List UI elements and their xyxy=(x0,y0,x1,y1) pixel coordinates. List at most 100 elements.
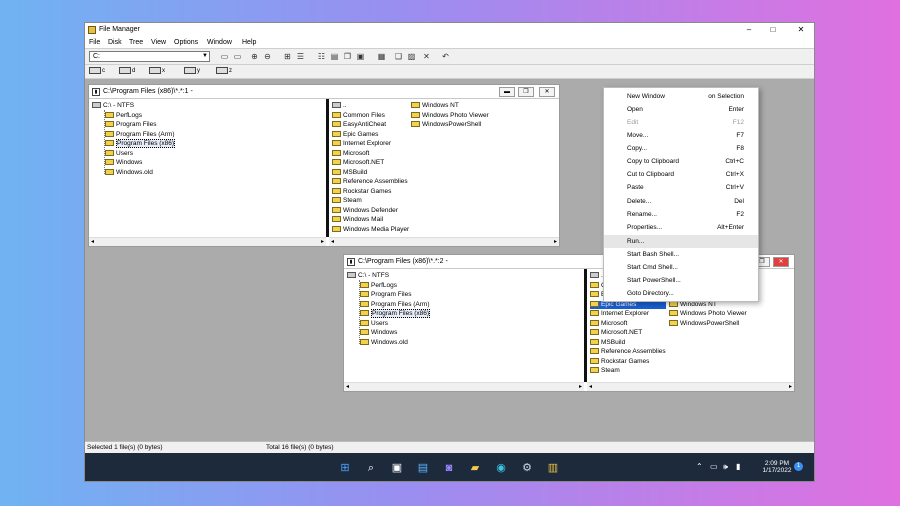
delete-icon[interactable]: ✕ xyxy=(421,52,432,62)
task-view-icon[interactable]: ▣ xyxy=(390,461,404,475)
drive-connect-icon[interactable]: ▭ xyxy=(219,52,230,62)
minimize-button[interactable]: – xyxy=(741,24,757,36)
tree-item-program-files[interactable]: Program Files xyxy=(360,291,411,299)
list-item[interactable]: Epic Games xyxy=(332,131,378,139)
list-item[interactable]: Windows NT xyxy=(669,301,717,309)
clipboard-icon[interactable]: ❑ xyxy=(393,52,404,62)
tree-item-users[interactable]: Users xyxy=(105,150,133,158)
speaker-icon[interactable]: 🕪 xyxy=(723,462,728,472)
details-view-icon[interactable]: ▤ xyxy=(329,52,340,62)
edge-icon[interactable]: ◉ xyxy=(494,461,508,475)
list-item[interactable]: EasyAntiCheat xyxy=(332,121,386,129)
tree-item-windows-old[interactable]: Windows.old xyxy=(360,339,408,347)
tree-root[interactable]: C:\ - NTFS xyxy=(92,102,134,110)
menu-item-new-window[interactable]: New Window on Selection xyxy=(604,90,758,103)
start-icon[interactable]: ⊞ xyxy=(338,461,352,475)
drive-z-button[interactable]: z xyxy=(216,67,242,77)
menu-item-start-bash-shell[interactable]: Start Bash Shell... xyxy=(604,248,758,261)
list-item[interactable]: Reference Assemblies xyxy=(332,178,408,186)
list-item[interactable]: Microsoft.NET xyxy=(590,329,642,337)
maximize-button[interactable]: □ xyxy=(765,24,781,36)
list-item[interactable]: Steam xyxy=(590,367,620,375)
title-bar[interactable]: File Manager – □ ✕ xyxy=(85,23,814,37)
drive-y-button[interactable]: y xyxy=(184,67,210,77)
directory-window-1-title-bar[interactable]: ▮ C:\Program Files (x86)\*.*:1 - ▬ ❐ ✕ xyxy=(89,85,559,99)
menu-tree[interactable]: Tree xyxy=(129,39,143,46)
list-view-icon[interactable]: ☷ xyxy=(316,52,327,62)
battery-icon[interactable]: ▮ xyxy=(736,462,740,471)
tree-item-program-files-arm[interactable]: Program Files (Arm) xyxy=(360,301,430,309)
widgets-icon[interactable]: ▤ xyxy=(416,461,430,475)
notification-badge-icon[interactable]: 1 xyxy=(794,462,803,471)
menu-help[interactable]: Help xyxy=(242,39,256,46)
drive-c-button[interactable]: c xyxy=(89,67,115,77)
menu-item-goto-directory[interactable]: Goto Directory... xyxy=(604,287,758,300)
list-item[interactable]: Internet Explorer xyxy=(590,310,649,318)
tree-item-program-files-arm[interactable]: Program Files (Arm) xyxy=(105,131,175,139)
drive-x-button[interactable]: x xyxy=(149,67,175,77)
menu-options[interactable]: Options xyxy=(174,39,198,46)
network-disconnect-icon[interactable]: ⊖ xyxy=(262,52,273,62)
menu-window[interactable]: Window xyxy=(207,39,232,46)
menu-item-rename[interactable]: Rename... F2 xyxy=(604,208,758,221)
file-manager-icon[interactable]: ▥ xyxy=(546,461,560,475)
list-item[interactable]: .. xyxy=(332,102,347,110)
search-icon[interactable]: ⌕ xyxy=(364,461,378,475)
menu-view[interactable]: View xyxy=(151,39,166,46)
list-item[interactable]: Rockstar Games xyxy=(332,188,391,196)
file-pane-1-scrollbar[interactable]: ◂ ▸ xyxy=(329,237,559,246)
tree-item-windows[interactable]: Windows xyxy=(105,159,142,167)
tree-item-users[interactable]: Users xyxy=(360,320,388,328)
list-item[interactable]: Windows Media Player xyxy=(332,226,409,234)
tree-root[interactable]: C:\ - NTFS xyxy=(347,272,389,280)
menu-item-copy-to-clipboard[interactable]: Copy to Clipboard Ctrl+C xyxy=(604,155,758,168)
menu-item-start-powershell[interactable]: Start PowerShell... xyxy=(604,274,758,287)
list-item[interactable]: Common Files xyxy=(332,112,385,120)
menu-item-delete[interactable]: Delete... Del xyxy=(604,195,758,208)
tree-item-program-files[interactable]: Program Files xyxy=(105,121,156,129)
tree-item-perflogs[interactable]: PerfLogs xyxy=(105,112,142,120)
menu-item-paste[interactable]: Paste Ctrl+V xyxy=(604,181,758,194)
list-item[interactable]: Windows Mail xyxy=(332,216,383,224)
tree-pane-2-scrollbar[interactable]: ◂ ▸ xyxy=(344,382,584,391)
tree-pane-2[interactable]: C:\ - NTFS PerfLogs Program Files Progra… xyxy=(344,269,584,391)
list-item[interactable]: Windows Photo Viewer xyxy=(669,310,747,318)
paste-icon[interactable]: ▨ xyxy=(406,52,417,62)
list-item[interactable]: MSBuild xyxy=(590,339,625,347)
child-minimize-button[interactable]: ▬ xyxy=(499,87,515,97)
display-icon[interactable]: ▭ xyxy=(710,462,718,471)
copy-icon[interactable]: ❐ xyxy=(342,52,353,62)
list-item[interactable]: Windows NT xyxy=(411,102,459,110)
menu-item-edit[interactable]: Edit F12 xyxy=(604,116,758,129)
tree-item-perflogs[interactable]: PerfLogs xyxy=(360,282,397,290)
list-item[interactable]: Microsoft xyxy=(332,150,369,158)
tree-item-windows[interactable]: Windows xyxy=(360,329,397,337)
list-item[interactable]: Rockstar Games xyxy=(590,358,649,366)
list-item[interactable]: Internet Explorer xyxy=(332,140,391,148)
list-item[interactable]: WindowsPowerShell xyxy=(669,320,739,328)
menu-item-properties[interactable]: Properties... Alt+Enter xyxy=(604,221,758,234)
list-item[interactable]: WindowsPowerShell xyxy=(411,121,481,129)
menu-item-run[interactable]: Run... xyxy=(604,235,758,248)
undo-icon[interactable]: ↶ xyxy=(440,52,451,62)
list-item[interactable]: Windows Defender xyxy=(332,207,398,215)
move-icon[interactable]: ▣ xyxy=(355,52,366,62)
tree-item-program-files-x86[interactable]: Program Files (x86) xyxy=(105,139,176,148)
tree-pane-1[interactable]: C:\ - NTFS PerfLogs Program Files Progra… xyxy=(89,99,326,246)
list-item[interactable]: Steam xyxy=(332,197,362,205)
tree-item-program-files-x86[interactable]: Program Files (x86) xyxy=(360,309,431,318)
clock[interactable]: 2:09 PM 1/17/2022 xyxy=(757,460,797,474)
menu-item-start-cmd-shell[interactable]: Start Cmd Shell... xyxy=(604,261,758,274)
drive-select[interactable]: C: ▼ xyxy=(89,51,210,62)
menu-file[interactable]: File xyxy=(89,39,100,46)
rename-icon[interactable]: ▦ xyxy=(376,52,387,62)
drive-d-button[interactable]: d xyxy=(119,67,145,77)
file-pane-2-scrollbar[interactable]: ◂ ▸ xyxy=(587,382,794,391)
tree-pane-1-scrollbar[interactable]: ◂ ▸ xyxy=(89,237,326,246)
tree-view-icon[interactable]: ⊞ xyxy=(282,52,293,62)
drive-disconnect-icon[interactable]: ▭ xyxy=(232,52,243,62)
list-item[interactable]: Windows Photo Viewer xyxy=(411,112,489,120)
split-view-icon[interactable]: ☰ xyxy=(295,52,306,62)
list-item[interactable]: Microsoft.NET xyxy=(332,159,384,167)
child-close-button[interactable]: ✕ xyxy=(539,87,555,97)
